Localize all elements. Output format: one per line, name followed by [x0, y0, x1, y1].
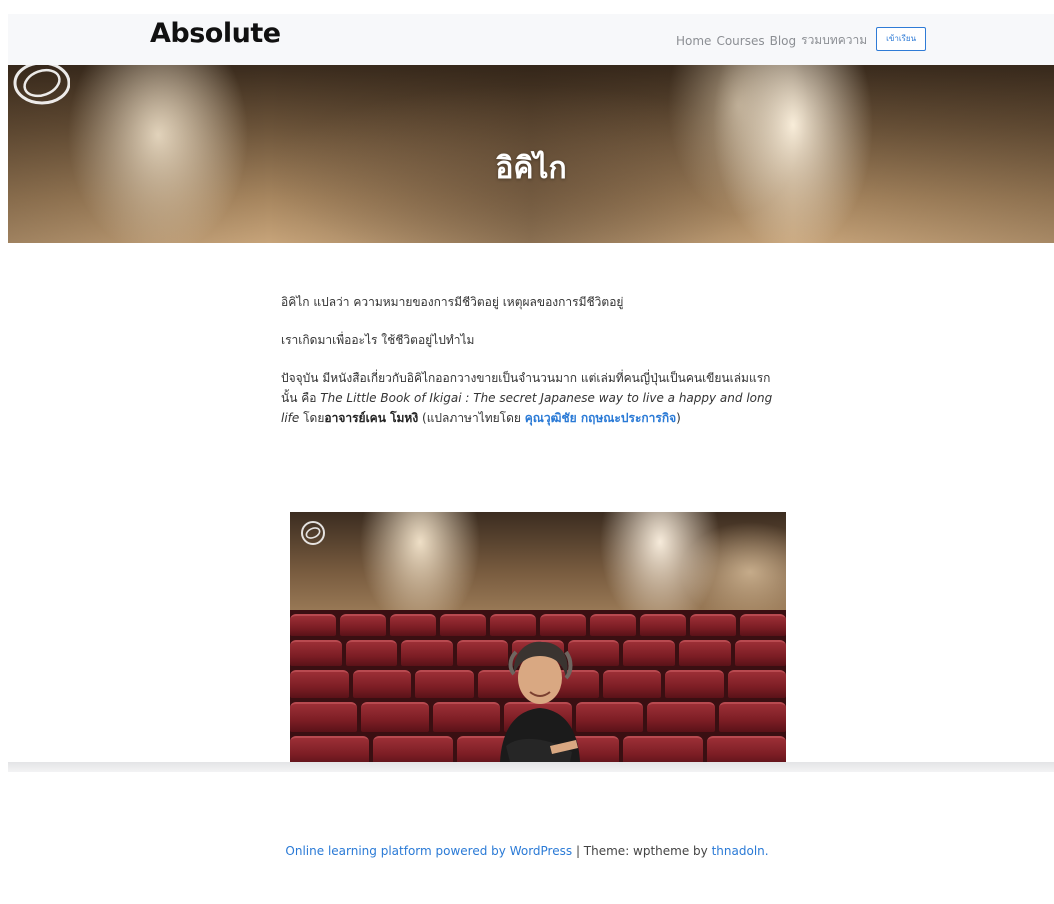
hero-banner: อิคิไก — [8, 65, 1054, 243]
nav-link-blog[interactable]: Blog — [770, 34, 797, 48]
paragraph-3-close: ) — [676, 411, 681, 425]
footer-platform-link[interactable]: Online learning platform powered by Word… — [285, 844, 572, 858]
article-photo — [290, 512, 786, 762]
content-divider — [8, 762, 1054, 772]
footer-theme-text: | Theme: wptheme by — [572, 844, 712, 858]
article-paragraph-2: เราเกิดมาเพื่ออะไร ใช้ชีวิตอยู่ไปทำไม — [281, 333, 475, 347]
photo-watermark-icon — [301, 521, 325, 545]
person-figure — [500, 641, 580, 762]
article-paragraph-1: อิคิไก แปลว่า ความหมายของการมีชีวิตอยู่ … — [281, 295, 624, 309]
site-footer: Online learning platform powered by Word… — [0, 844, 1054, 858]
nav-link-articles[interactable]: รวมบทความ — [801, 31, 867, 50]
site-logo-icon — [13, 65, 70, 105]
by-text: โดย — [299, 411, 325, 425]
article-body: อิคิไก แปลว่า ความหมายของการมีชีวิตอยู่ … — [281, 292, 781, 446]
page: Absolute Home Courses Blog รวมบทความ เข้… — [0, 0, 1054, 904]
top-navbar: Absolute Home Courses Blog รวมบทความ เข้… — [8, 14, 1054, 65]
seat-row — [290, 614, 786, 636]
enroll-button[interactable]: เข้าเรียน — [876, 27, 927, 51]
author-name: อาจารย์เคน โมหงิ — [324, 411, 419, 425]
nav-link-home[interactable]: Home — [676, 34, 711, 48]
site-brand[interactable]: Absolute — [150, 18, 281, 49]
page-title: อิคิไก — [495, 151, 567, 186]
footer-author-link[interactable]: thnadoln. — [712, 844, 769, 858]
translator-link[interactable]: คุณวุฒิชัย กฤษณะประการกิจ — [525, 411, 676, 425]
article-paragraph-3: ปัจจุบัน มีหนังสือเกี่ยวกับอิคิไกออกวางข… — [281, 368, 781, 428]
nav-link-courses[interactable]: Courses — [716, 34, 764, 48]
nav-menu: Home Courses Blog รวมบทความ เข้าเรียน — [676, 27, 927, 51]
photo-stage-lights — [290, 512, 786, 624]
translator-prefix: (แปลภาษาไทยโดย — [418, 411, 525, 425]
